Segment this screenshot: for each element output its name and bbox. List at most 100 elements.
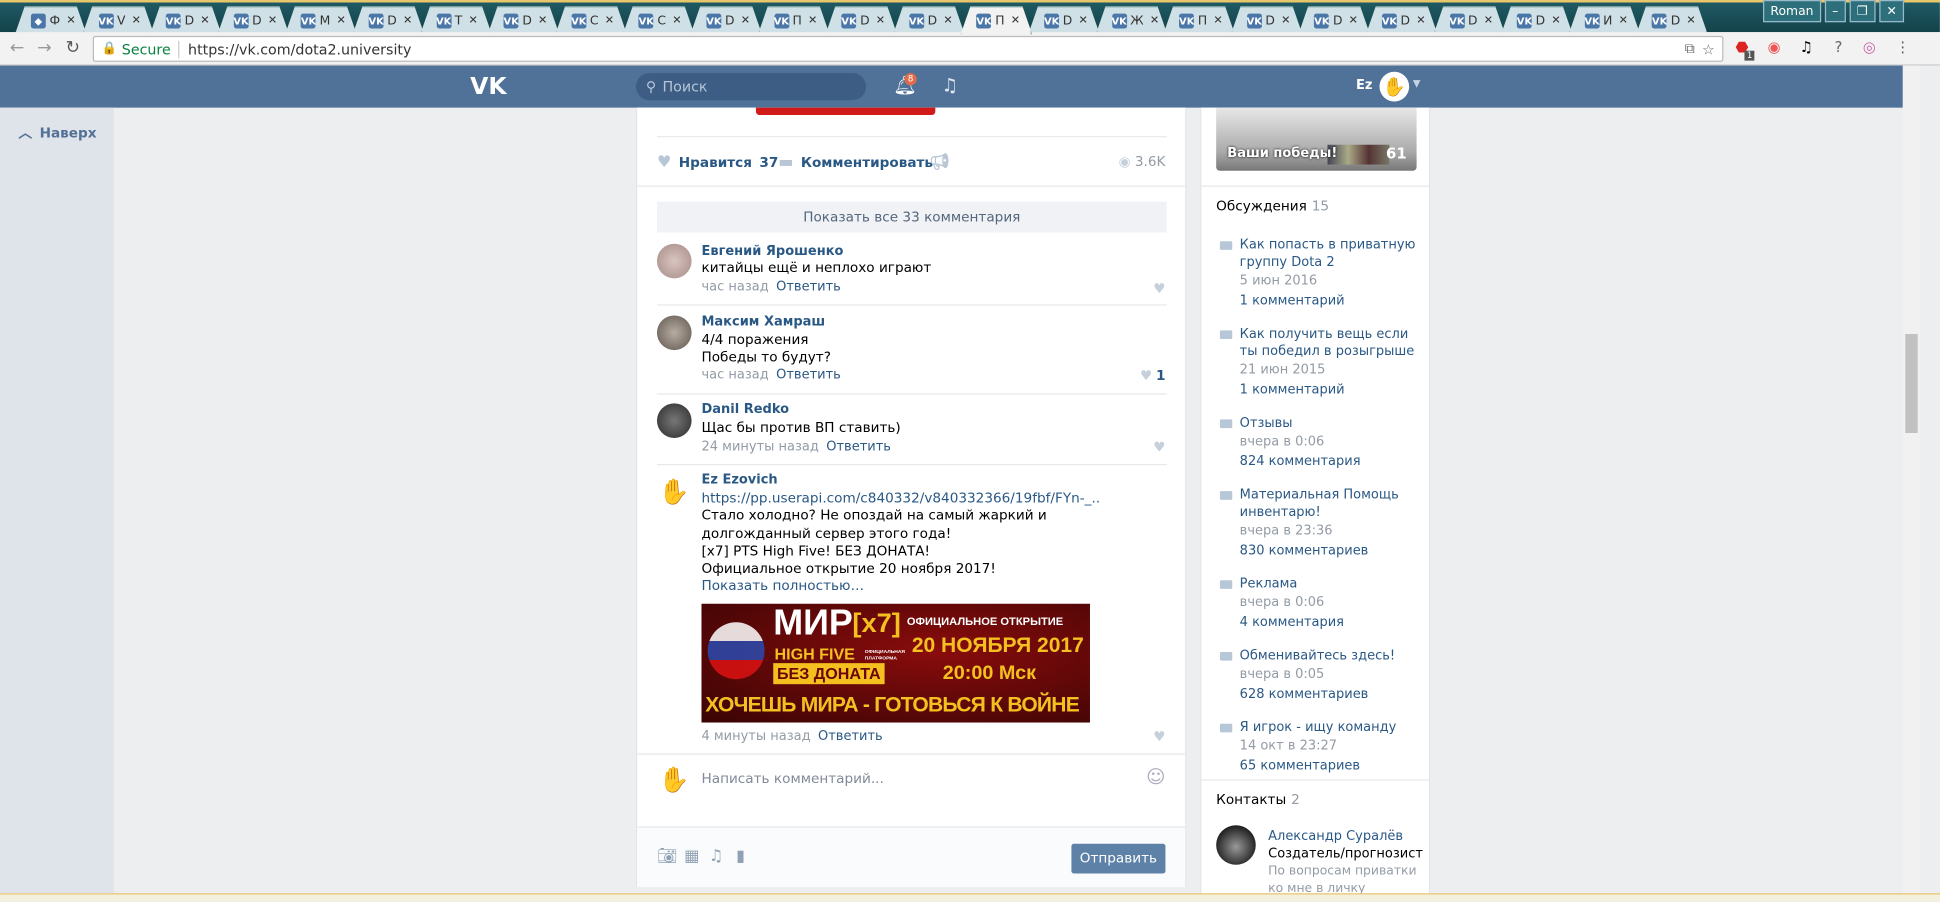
discussion-title[interactable]: Обменивайтесь здесь! [1240, 647, 1426, 665]
tab-close-icon[interactable]: ✕ [1213, 15, 1222, 27]
tab-close-icon[interactable]: ✕ [1416, 15, 1425, 27]
like-button[interactable]: ♥ Нравится 37 [657, 153, 778, 172]
discussion-comment-count[interactable]: 830 комментариев [1240, 543, 1369, 558]
tab-close-icon[interactable]: ✕ [876, 15, 885, 27]
discussion-comment-count[interactable]: 4 комментария [1240, 615, 1344, 630]
extension-icon[interactable]: ◉ [1764, 38, 1784, 55]
comment-like-button[interactable]: ♥ [1153, 439, 1165, 455]
commenter-avatar[interactable] [656, 315, 692, 351]
emoji-icon[interactable]: ☺ [1146, 766, 1165, 788]
video-icon[interactable]: ▦ [684, 847, 699, 866]
comment-time[interactable]: час назад [701, 367, 768, 382]
tab-close-icon[interactable]: ✕ [66, 15, 75, 27]
discussion-title[interactable]: Материальная Помощь инвентарю! [1240, 486, 1426, 521]
translate-icon[interactable]: ⧉ [1685, 40, 1695, 59]
tab-close-icon[interactable]: ✕ [132, 15, 141, 27]
url-text[interactable]: https://vk.com/dota2.university [178, 40, 411, 58]
back-icon[interactable]: ← [10, 38, 25, 58]
tab-close-icon[interactable]: ✕ [1150, 15, 1159, 27]
discussions-heading[interactable]: Обсуждения 15 [1216, 198, 1329, 214]
commenter-avatar[interactable] [656, 403, 692, 438]
contact-avatar[interactable] [1216, 825, 1256, 865]
comment-button[interactable]: ▬ Комментировать [778, 153, 933, 172]
help-extension-icon[interactable]: ? [1829, 38, 1849, 55]
post-red-button[interactable] [755, 107, 936, 116]
tab-close-icon[interactable]: ✕ [403, 15, 412, 27]
browser-tab[interactable]: VK D ✕ [150, 6, 222, 34]
tab-close-icon[interactable]: ✕ [200, 15, 209, 27]
tab-close-icon[interactable]: ✕ [337, 15, 346, 27]
browser-tab[interactable]: VK C ✕ [555, 6, 627, 34]
music-icon[interactable]: ♫ [942, 74, 959, 96]
commenter-avatar[interactable] [656, 243, 692, 279]
discussion-comment-count[interactable]: 65 комментариев [1240, 758, 1360, 773]
browser-tab[interactable]: VK D ✕ [893, 6, 965, 34]
scrollbar-thumb[interactable] [1905, 334, 1918, 434]
tab-close-icon[interactable]: ✕ [1281, 15, 1290, 27]
instagram-extension-icon[interactable]: ◎ [1860, 38, 1880, 55]
reload-icon[interactable]: ↻ [66, 38, 81, 58]
comment-like-button[interactable]: ♥ [1153, 729, 1165, 745]
browser-tab[interactable]: VK П ✕ [758, 6, 830, 34]
user-name[interactable]: Ez [1356, 78, 1372, 93]
browser-tab[interactable]: ◆ Ф ✕ [15, 6, 87, 34]
browser-tab[interactable]: VK D ✕ [1231, 6, 1303, 34]
reply-link[interactable]: Ответить [826, 439, 891, 454]
browser-tab[interactable]: VK D ✕ [1433, 6, 1505, 34]
comment-link[interactable]: https://pp.userapi.com/c840332/v84033236… [701, 490, 1159, 508]
discussion-comment-count[interactable]: 1 комментарий [1240, 293, 1345, 308]
user-avatar[interactable]: ✋ [1379, 71, 1410, 102]
send-button[interactable]: Отправить [1071, 843, 1166, 874]
music-icon[interactable]: ♫ [709, 847, 723, 866]
music-extension-icon[interactable]: ♫ [1796, 38, 1816, 55]
ad-banner-image[interactable]: МИР [x7] HIGH FIVE ОФИЦИАЛЬНАЯ ПЛАТФОРМА… [701, 603, 1090, 723]
comment-author[interactable]: Danil Redko [701, 402, 789, 417]
browser-tab[interactable]: VK D ✕ [353, 6, 425, 34]
commenter-avatar[interactable]: ✋ [656, 473, 692, 509]
discussion-comment-count[interactable]: 628 комментариев [1240, 687, 1369, 702]
comment-time[interactable]: час назад [701, 280, 768, 295]
left-gutter[interactable] [0, 107, 114, 902]
browser-tab[interactable]: VK П ✕ [961, 6, 1033, 34]
reply-link[interactable]: Ответить [818, 729, 883, 744]
discussion-title[interactable]: Как попасть в приватную группу Dota 2 [1240, 236, 1426, 271]
bookmark-star-icon[interactable]: ☆ [1702, 40, 1715, 57]
browser-tab[interactable]: VK D ✕ [488, 6, 560, 34]
contact-name[interactable]: Александр Суралёв [1268, 828, 1454, 846]
browser-tab[interactable]: VK D ✕ [1028, 6, 1100, 34]
minimize-button[interactable]: – [1824, 0, 1846, 23]
tab-close-icon[interactable]: ✕ [1011, 15, 1020, 27]
menu-icon[interactable]: ⋮ [1893, 38, 1913, 55]
browser-tab[interactable]: VK П ✕ [1163, 6, 1235, 34]
reply-link[interactable]: Ответить [776, 367, 841, 382]
tab-close-icon[interactable]: ✕ [1484, 15, 1493, 27]
reply-link[interactable]: Ответить [776, 280, 841, 295]
tab-close-icon[interactable]: ✕ [808, 15, 817, 27]
browser-tab[interactable]: VK M ✕ [285, 6, 357, 34]
tab-close-icon[interactable]: ✕ [605, 15, 614, 27]
share-button[interactable]: 📢︎ [929, 153, 949, 172]
discussion-comment-count[interactable]: 1 комментарий [1240, 382, 1345, 397]
tab-close-icon[interactable]: ✕ [1078, 15, 1087, 27]
vk-logo[interactable]: VK [470, 73, 506, 100]
chevron-down-icon[interactable]: ▼ [1413, 78, 1421, 89]
camera-icon[interactable]: 📷︎ [657, 847, 677, 866]
comment-input[interactable]: Написать комментарий... [701, 771, 883, 787]
browser-tab[interactable]: VK D ✕ [217, 6, 289, 34]
comment-like-button[interactable]: ♥ [1153, 281, 1165, 297]
tab-close-icon[interactable]: ✕ [1686, 15, 1695, 27]
comment-author[interactable]: Максим Хамраш [701, 314, 825, 329]
address-bar[interactable]: 🔒 Secure https://vk.com/dota2.university… [92, 35, 1724, 62]
document-icon[interactable]: ▮ [736, 847, 745, 866]
browser-tab[interactable]: VK C ✕ [623, 6, 695, 34]
browser-tab[interactable]: VK D ✕ [1298, 6, 1370, 34]
browser-tab[interactable]: VK D ✕ [690, 6, 762, 34]
album-cover[interactable]: Ваши победы! 61 [1216, 107, 1417, 171]
restore-button[interactable]: ❐ [1849, 0, 1876, 23]
comment-time[interactable]: 4 минуты назад [701, 729, 810, 744]
discussion-title[interactable]: Я игрок - ищу команду [1240, 719, 1426, 737]
page-scrollbar[interactable] [1902, 65, 1921, 894]
tab-close-icon[interactable]: ✕ [672, 15, 681, 27]
profile-button[interactable]: Roman [1763, 0, 1821, 23]
browser-tab[interactable]: VK V ✕ [82, 6, 154, 34]
